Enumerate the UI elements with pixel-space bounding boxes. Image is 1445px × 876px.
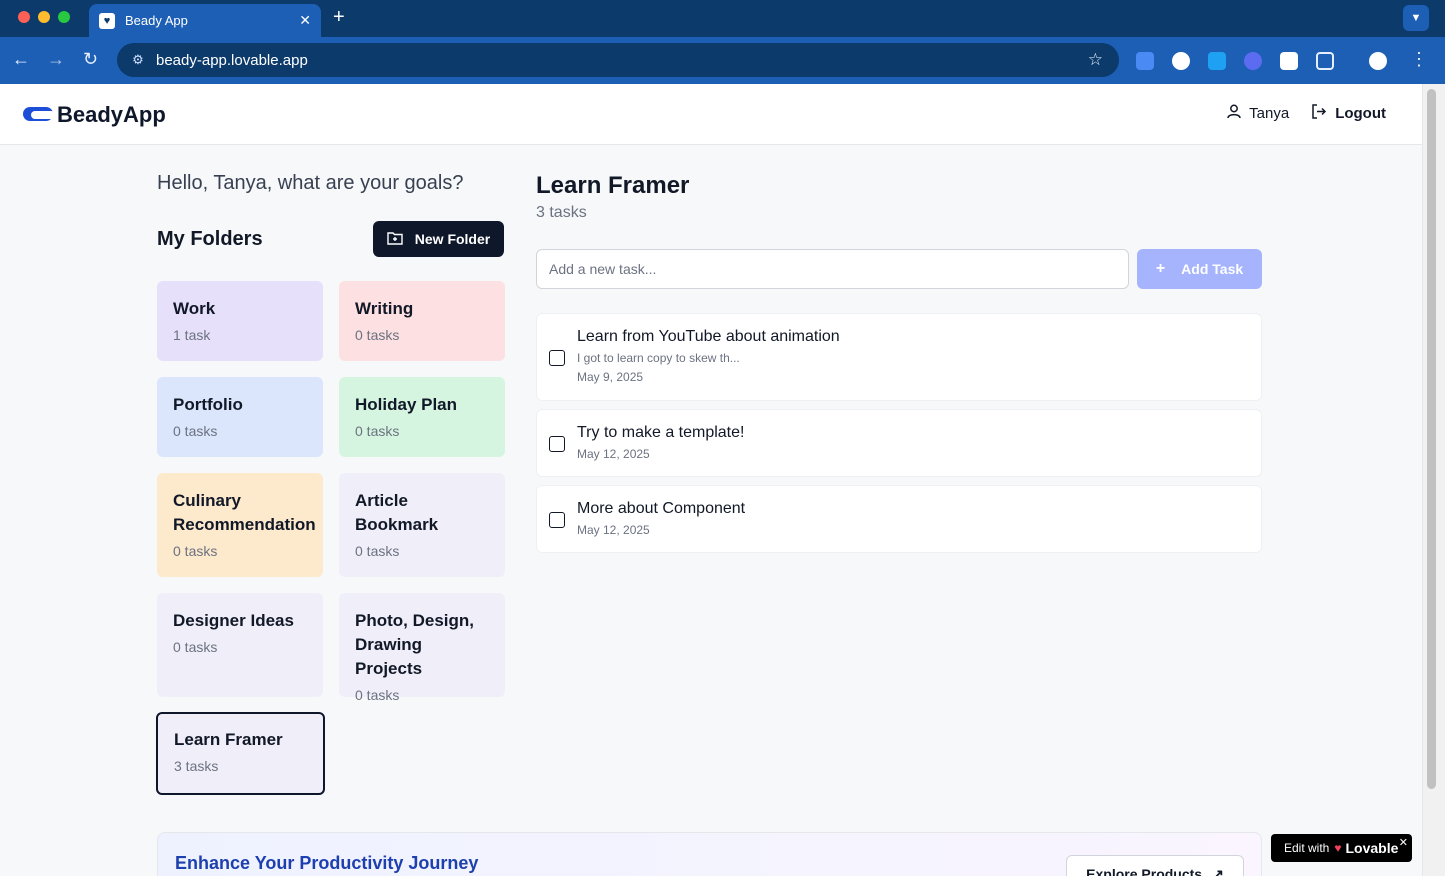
folder-card-portfolio[interactable]: Portfolio 0 tasks — [157, 377, 323, 457]
folder-task-count: 3 tasks — [174, 758, 219, 774]
site-settings-icon[interactable]: ⚙ — [129, 51, 147, 69]
minimize-window-button[interactable] — [38, 11, 50, 23]
maximize-window-button[interactable] — [58, 11, 70, 23]
folder-card-photo-design-drawing[interactable]: Photo, Design, Drawing Projects 0 tasks — [339, 593, 505, 703]
folder-task-count: 0 tasks — [355, 327, 400, 343]
logout-button[interactable]: Logout — [1311, 104, 1386, 123]
folder-task-count: 0 tasks — [173, 639, 218, 655]
new-folder-button[interactable]: New Folder — [373, 221, 504, 257]
task-list-title: Learn Framer — [536, 172, 690, 199]
logout-icon — [1311, 104, 1327, 123]
browser-tab-bar: ♥ Beady App ✕ + ▼ — [0, 0, 1445, 37]
app-header: BeadyApp Tanya Logout — [0, 84, 1422, 145]
productivity-banner: Enhance Your Productivity Journey Explor… — [157, 832, 1262, 876]
user-name[interactable]: Tanya — [1249, 105, 1289, 122]
task-title[interactable]: Try to make a template! — [577, 424, 1261, 442]
translate-extension-icon[interactable] — [1136, 52, 1154, 70]
folder-name: Writing — [355, 299, 414, 318]
folder-name: Culinary Recommendation — [173, 491, 316, 534]
folder-card-holiday-plan[interactable]: Holiday Plan 0 tasks — [339, 377, 505, 457]
task-checkbox[interactable] — [549, 350, 565, 366]
profile-avatar-icon[interactable] — [1369, 52, 1387, 70]
folder-card-designer-ideas[interactable]: Designer Ideas 0 tasks — [157, 593, 323, 697]
close-window-button[interactable] — [18, 11, 30, 23]
address-bar[interactable]: ⚙ beady-app.lovable.app ☆ — [117, 43, 1119, 77]
folder-name: Learn Framer — [174, 730, 283, 749]
beady-logo-icon — [23, 105, 57, 125]
w-extension-icon[interactable] — [1208, 52, 1226, 70]
browser-tab[interactable]: ♥ Beady App ✕ — [89, 4, 321, 37]
plus-icon: + — [1155, 260, 1166, 277]
folder-plus-icon — [387, 231, 403, 248]
app-logo[interactable]: BeadyApp — [23, 102, 166, 128]
task-item: Learn from YouTube about animation I got… — [536, 313, 1262, 401]
lovable-heart-icon: ♥ — [1334, 841, 1342, 855]
folder-task-count: 1 task — [173, 327, 211, 343]
add-task-label: Add Task — [1181, 261, 1244, 277]
extension-icon[interactable] — [1280, 52, 1298, 70]
url-text: beady-app.lovable.app — [156, 51, 308, 69]
greeting-text: Hello, Tanya, what are your goals? — [157, 172, 464, 194]
folder-task-count: 0 tasks — [355, 423, 400, 439]
new-tab-icon[interactable]: + — [333, 7, 345, 27]
task-title[interactable]: More about Component — [577, 500, 1261, 518]
external-link-icon: ↗ — [1212, 866, 1224, 876]
heart-favicon-icon: ♥ — [99, 12, 115, 29]
explore-products-button[interactable]: Explore Products ↗ — [1066, 855, 1244, 876]
back-arrow-icon[interactable]: ← — [12, 49, 30, 70]
task-checkbox[interactable] — [549, 436, 565, 452]
folder-name: Designer Ideas — [173, 611, 294, 630]
task-item: More about Component May 12, 2025 — [536, 485, 1262, 553]
user-icon — [1227, 104, 1241, 123]
explore-products-label: Explore Products — [1086, 866, 1203, 876]
user-area: Tanya Logout — [1227, 104, 1386, 123]
folder-task-count: 0 tasks — [173, 543, 218, 559]
tab-search-chevron-icon[interactable]: ▼ — [1403, 5, 1429, 31]
add-task-button[interactable]: + Add Task — [1137, 249, 1262, 289]
task-title[interactable]: Learn from YouTube about animation — [577, 328, 1261, 346]
banner-title: Enhance Your Productivity Journey — [175, 853, 479, 873]
logo-text: BeadyApp — [57, 102, 166, 127]
edit-with-lovable-badge[interactable]: Edit with ♥ Lovable ✕ — [1271, 834, 1412, 862]
folder-name: Holiday Plan — [355, 395, 458, 414]
kebab-menu-icon[interactable]: ⋮ — [1410, 49, 1428, 70]
page-scrollbar[interactable] — [1422, 84, 1445, 876]
task-list-count: 3 tasks — [536, 204, 587, 221]
tab-title: Beady App — [125, 13, 188, 28]
badge-brand: Lovable — [1345, 840, 1399, 856]
folder-card-learn-framer[interactable]: Learn Framer 3 tasks — [156, 712, 325, 795]
logout-label: Logout — [1335, 105, 1386, 122]
new-task-input[interactable] — [536, 249, 1129, 289]
task-description: I got to learn copy to skew th... — [577, 351, 740, 365]
folder-card-work[interactable]: Work 1 task — [157, 281, 323, 361]
close-tab-icon[interactable]: ✕ — [299, 12, 311, 29]
folders-heading: My Folders — [157, 228, 263, 250]
close-badge-icon[interactable]: ✕ — [1399, 836, 1408, 849]
folder-card-culinary-recommendation[interactable]: Culinary Recommendation 0 tasks — [157, 473, 323, 577]
task-checkbox[interactable] — [549, 512, 565, 528]
folder-name: Work — [173, 299, 216, 318]
folder-task-count: 0 tasks — [173, 423, 218, 439]
folder-card-writing[interactable]: Writing 0 tasks — [339, 281, 505, 361]
reload-icon[interactable]: ↻ — [83, 49, 98, 70]
browser-toolbar: ← → ↻ ⚙ beady-app.lovable.app ☆ ⋮ — [0, 37, 1445, 84]
folder-task-count: 0 tasks — [355, 687, 400, 703]
task-date: May 9, 2025 — [577, 370, 644, 384]
new-folder-label: New Folder — [414, 231, 491, 247]
task-date: May 12, 2025 — [577, 447, 650, 461]
extension-icon[interactable] — [1172, 52, 1190, 70]
folder-card-article-bookmark[interactable]: Article Bookmark 0 tasks — [339, 473, 505, 577]
task-date: May 12, 2025 — [577, 523, 650, 537]
folder-task-count: 0 tasks — [355, 543, 400, 559]
folder-name: Photo, Design, Drawing Projects — [355, 611, 474, 678]
puzzle-extensions-icon[interactable] — [1316, 52, 1334, 70]
bookmark-star-icon[interactable]: ☆ — [1088, 50, 1103, 70]
folder-name: Article Bookmark — [355, 491, 439, 534]
scrollbar-thumb[interactable] — [1427, 89, 1436, 789]
task-item: Try to make a template! May 12, 2025 — [536, 409, 1262, 477]
folder-name: Portfolio — [173, 395, 243, 414]
badge-prefix: Edit with — [1284, 841, 1330, 855]
forward-arrow-icon[interactable]: → — [47, 49, 65, 70]
extension-icon[interactable] — [1244, 52, 1262, 70]
